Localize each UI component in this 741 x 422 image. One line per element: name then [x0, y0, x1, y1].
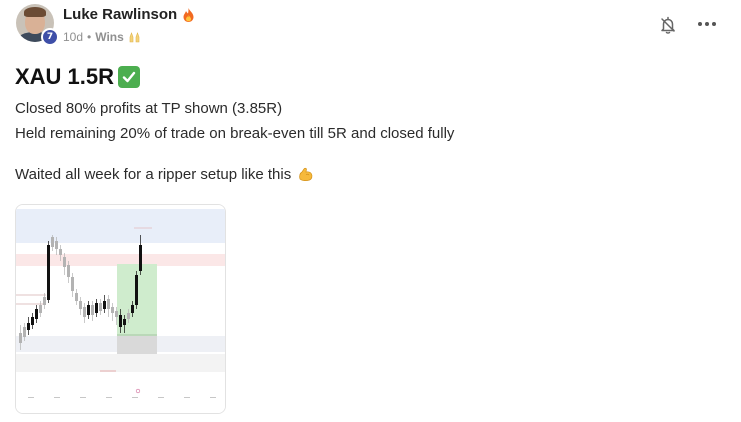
- candle-body: [23, 327, 26, 337]
- candle-body: [79, 301, 82, 309]
- more-dot: [712, 22, 716, 26]
- candle-body: [63, 257, 66, 267]
- candle-body: [111, 307, 114, 313]
- post-title: XAU 1.5R: [15, 64, 115, 89]
- stop-loss-zone: [117, 336, 157, 354]
- candle-body: [99, 303, 102, 311]
- author-name-row: Luke Rawlinson: [63, 6, 194, 23]
- candle-body: [51, 237, 54, 247]
- meta-separator: •: [87, 30, 92, 44]
- author-avatar-group[interactable]: 7: [16, 4, 59, 46]
- post-body-line-1: Closed 80% profits at TP shown (3.85R): [15, 100, 283, 117]
- bottom-band: [16, 354, 225, 372]
- candle-body: [39, 305, 42, 313]
- author-name[interactable]: Luke Rawlinson: [63, 6, 177, 23]
- candle-body: [119, 315, 122, 327]
- candle-body: [135, 275, 138, 305]
- candle-body: [35, 309, 38, 319]
- candle-body: [43, 297, 46, 305]
- post-card: 7 Luke Rawlinson 10d • Wins XAU 1.5R Clo…: [0, 0, 741, 422]
- candle-body: [27, 323, 30, 330]
- candle-body: [115, 311, 118, 317]
- post-meta: 10d • Wins: [63, 30, 141, 44]
- candle-body: [19, 333, 22, 343]
- post-body-line-2: Held remaining 20% of trade on break-eve…: [15, 125, 455, 142]
- candle-body: [103, 301, 106, 309]
- candle-body: [67, 265, 70, 277]
- chart-attachment[interactable]: [15, 204, 226, 414]
- candle-body: [87, 305, 90, 315]
- candle-body: [83, 307, 86, 317]
- chart-thumbnail-image: [16, 205, 225, 413]
- candle-body: [55, 241, 58, 249]
- candle-body: [91, 305, 94, 315]
- candle-body: [71, 277, 74, 291]
- more-dot: [698, 22, 702, 26]
- post-body-line-3: Waited all week for a ripper setup like …: [15, 165, 292, 183]
- candle-body: [95, 303, 98, 313]
- more-options-button[interactable]: [698, 19, 716, 29]
- candle-body: [131, 305, 134, 313]
- candle-body: [139, 245, 142, 271]
- candle-body: [75, 293, 78, 301]
- post-title-row: XAU 1.5R: [15, 64, 141, 90]
- post-body-line-3-row: Waited all week for a ripper setup like …: [15, 165, 315, 183]
- candle-body: [47, 245, 50, 300]
- candle-body: [31, 317, 34, 325]
- candle-body: [107, 299, 110, 309]
- post-time[interactable]: 10d: [63, 30, 83, 44]
- post-category[interactable]: Wins: [95, 30, 124, 44]
- more-dot: [705, 22, 709, 26]
- bell-off-icon[interactable]: [659, 16, 677, 34]
- candle-body: [123, 319, 126, 325]
- flexed-biceps-icon: [299, 167, 313, 182]
- raising-hands-icon: [129, 32, 140, 43]
- candle-body: [59, 249, 62, 255]
- check-mark-icon: [118, 66, 141, 88]
- candle-body: [127, 313, 130, 319]
- level-badge: 7: [41, 28, 59, 46]
- fire-icon: [183, 7, 194, 22]
- upper-band: [16, 209, 225, 243]
